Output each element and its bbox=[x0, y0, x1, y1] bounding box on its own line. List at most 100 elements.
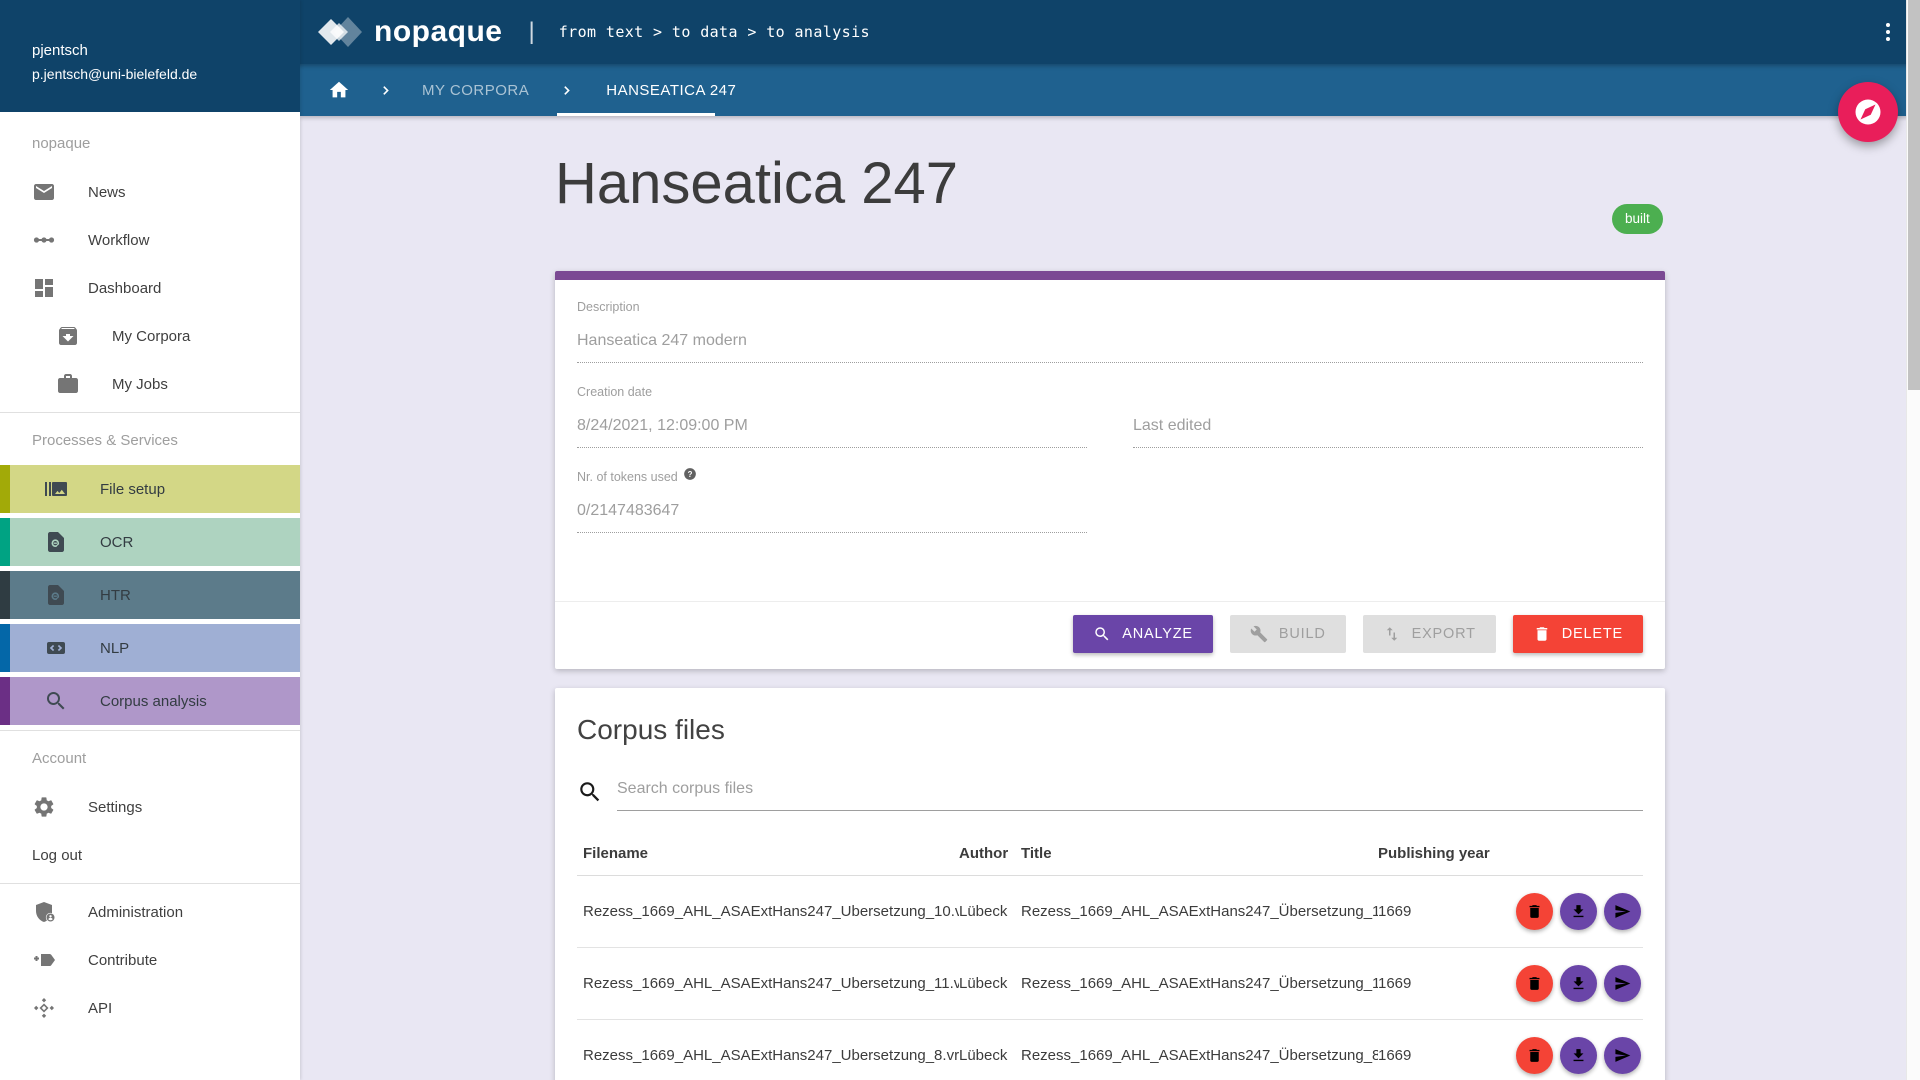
sidebar-item-label: NLP bbox=[100, 640, 129, 657]
sidebar-item-news[interactable]: News bbox=[0, 168, 300, 216]
delete-file-button[interactable] bbox=[1516, 1037, 1553, 1074]
sidebar-item-file-setup[interactable]: File setup bbox=[0, 465, 300, 513]
cell-author: Lübeck bbox=[959, 975, 1021, 992]
sidebar-item-administration[interactable]: Administration bbox=[0, 888, 300, 936]
send-icon bbox=[1614, 903, 1631, 920]
delete-file-button[interactable] bbox=[1516, 965, 1553, 1002]
sidebar-section-account: Account bbox=[0, 735, 300, 783]
tokens-value: 0/2147483647 bbox=[577, 489, 1087, 533]
delete-button-label: DELETE bbox=[1562, 626, 1623, 642]
wrench-icon bbox=[1250, 625, 1268, 643]
send-file-button[interactable] bbox=[1604, 893, 1641, 930]
sidebar-item-logout[interactable]: Log out bbox=[0, 831, 300, 879]
sidebar-item-nlp[interactable]: NLP bbox=[0, 624, 300, 672]
sidebar-item-label: HTR bbox=[100, 587, 131, 604]
cell-filename: Rezess_1669_AHL_ASAExtHans247_Ubersetzun… bbox=[577, 975, 959, 992]
find-in-page-icon bbox=[44, 583, 68, 607]
sidebar-item-label: My Jobs bbox=[112, 376, 168, 393]
briefcase-icon bbox=[56, 372, 80, 396]
download-icon bbox=[1570, 1047, 1587, 1064]
last-edited-placeholder: Last edited bbox=[1133, 404, 1643, 448]
scrollbar-thumb[interactable] bbox=[1908, 0, 1920, 390]
sidebar-item-label: OCR bbox=[100, 534, 133, 551]
sidebar-item-contribute[interactable]: Contribute bbox=[0, 936, 300, 984]
divider bbox=[0, 412, 300, 413]
trash-icon bbox=[1533, 625, 1551, 643]
sidebar-item-dashboard[interactable]: Dashboard bbox=[0, 264, 300, 312]
import-export-icon bbox=[1383, 625, 1401, 643]
sidebar-item-workflow[interactable]: Workflow bbox=[0, 216, 300, 264]
home-icon[interactable] bbox=[328, 79, 350, 101]
sidebar-item-api[interactable]: API bbox=[0, 984, 300, 1032]
column-header-filename: Filename bbox=[577, 845, 959, 862]
cell-year: 1669 bbox=[1378, 975, 1493, 992]
brand[interactable]: nopaque bbox=[318, 12, 503, 52]
sidebar-item-my-jobs[interactable]: My Jobs bbox=[0, 360, 300, 408]
navbar-separator: | bbox=[529, 18, 535, 46]
download-file-button[interactable] bbox=[1560, 965, 1597, 1002]
sidebar-item-label: File setup bbox=[100, 481, 165, 498]
card-accent-bar bbox=[555, 271, 1665, 280]
creation-date-label: Creation date bbox=[577, 385, 1087, 400]
chevron-right-icon bbox=[378, 82, 395, 99]
sidebar-item-label: Corpus analysis bbox=[100, 693, 207, 710]
table-row: Rezess_1669_AHL_ASAExtHans247_Ubersetzun… bbox=[577, 876, 1643, 948]
cell-author: Lübeck bbox=[959, 1047, 1021, 1064]
scrollbar-track[interactable] bbox=[1906, 0, 1920, 1080]
description-field: Description Hanseatica 247 modern bbox=[577, 300, 1643, 363]
sidebar-item-corpus-analysis[interactable]: Corpus analysis bbox=[0, 677, 300, 725]
export-button-label: EXPORT bbox=[1412, 626, 1476, 642]
corpus-files-card: Corpus files Filename Author Title Publi… bbox=[555, 688, 1665, 1080]
brand-name: nopaque bbox=[374, 15, 503, 49]
kebab-menu-icon[interactable] bbox=[1880, 20, 1896, 44]
send-icon bbox=[1614, 975, 1631, 992]
navbar-tagline: from text > to data > to analysis bbox=[559, 23, 870, 41]
sidebar-item-my-corpora[interactable]: My Corpora bbox=[0, 312, 300, 360]
username: pjentsch bbox=[32, 42, 300, 59]
search-icon bbox=[577, 779, 603, 805]
description-label: Description bbox=[577, 300, 1643, 315]
sidebar-item-label: Workflow bbox=[88, 232, 149, 249]
download-file-button[interactable] bbox=[1560, 1037, 1597, 1074]
last-edited-spacer bbox=[1133, 385, 1643, 400]
analyze-button-label: ANALYZE bbox=[1122, 626, 1193, 642]
sidebar-item-label: API bbox=[88, 1000, 112, 1017]
delete-file-button[interactable] bbox=[1516, 893, 1553, 930]
search-input[interactable] bbox=[617, 774, 1643, 811]
breadcrumb-my-corpora[interactable]: MY CORPORA bbox=[422, 82, 529, 99]
sidebar-item-htr[interactable]: HTR bbox=[0, 571, 300, 619]
corpus-files-title: Corpus files bbox=[577, 688, 1643, 746]
explore-fab-button[interactable] bbox=[1838, 82, 1898, 142]
cell-year: 1669 bbox=[1378, 903, 1493, 920]
sidebar-item-label: Log out bbox=[32, 847, 82, 864]
find-in-page-icon bbox=[44, 530, 68, 554]
sidebar-item-ocr[interactable]: OCR bbox=[0, 518, 300, 566]
cell-year: 1669 bbox=[1378, 1047, 1493, 1064]
help-icon[interactable] bbox=[683, 467, 697, 481]
cell-filename: Rezess_1669_AHL_ASAExtHans247_Ubersetzun… bbox=[577, 903, 959, 920]
delete-button[interactable]: DELETE bbox=[1513, 615, 1643, 653]
card-action-bar: ANALYZE BUILD EXPORT DELETE bbox=[555, 601, 1665, 669]
export-button: EXPORT bbox=[1363, 615, 1496, 653]
code-icon bbox=[44, 636, 68, 660]
sidebar-item-label: Administration bbox=[88, 904, 183, 921]
trash-icon bbox=[1526, 903, 1543, 920]
analyze-button[interactable]: ANALYZE bbox=[1073, 615, 1213, 653]
send-file-button[interactable] bbox=[1604, 965, 1641, 1002]
send-icon bbox=[1614, 1047, 1631, 1064]
column-header-title: Title bbox=[1021, 845, 1378, 862]
breadcrumb: MY CORPORA HANSEATICA 247 bbox=[300, 64, 1920, 116]
download-icon bbox=[1570, 975, 1587, 992]
app-window: nopaque | from text > to data > to analy… bbox=[0, 0, 1920, 1080]
search-icon bbox=[1093, 625, 1111, 643]
download-file-button[interactable] bbox=[1560, 893, 1597, 930]
description-value: Hanseatica 247 modern bbox=[577, 319, 1643, 363]
build-button: BUILD bbox=[1230, 615, 1346, 653]
sidebar-item-settings[interactable]: Settings bbox=[0, 783, 300, 831]
divider bbox=[0, 730, 300, 731]
user-email: p.jentsch@uni-bielefeld.de bbox=[32, 66, 300, 82]
table-row: Rezess_1669_AHL_ASAExtHans247_Ubersetzun… bbox=[577, 948, 1643, 1020]
cell-title: Rezess_1669_AHL_ASAExtHans247_Übersetzun… bbox=[1021, 903, 1378, 920]
send-file-button[interactable] bbox=[1604, 1037, 1641, 1074]
breadcrumb-current-corpus[interactable]: HANSEATICA 247 bbox=[606, 82, 736, 99]
